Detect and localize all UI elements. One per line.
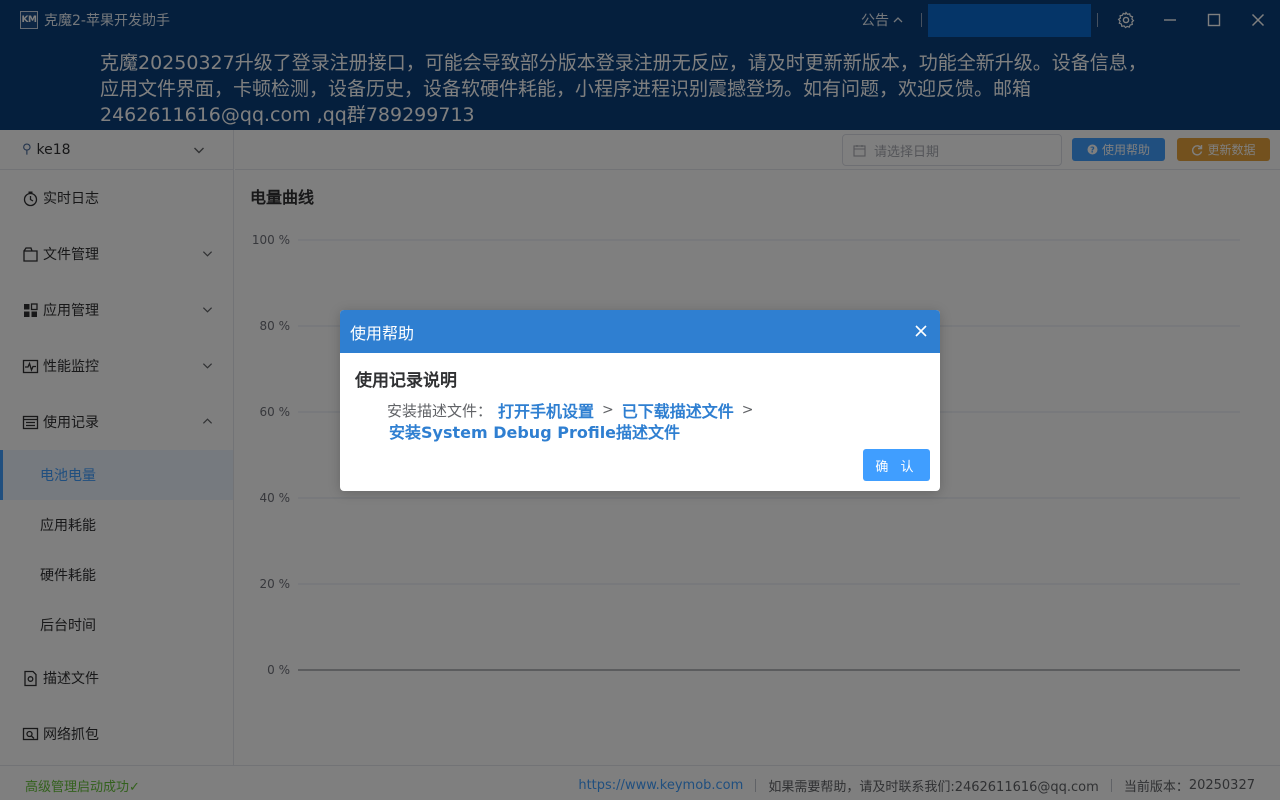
step-separator: > — [741, 402, 754, 418]
help-dialog: 使用帮助 使用记录说明 安装描述文件： 打开手机设置 > 已下载描述文件 > 安… — [340, 310, 940, 491]
confirm-button[interactable]: 确 认 — [863, 449, 930, 481]
dialog-header: 使用帮助 — [340, 310, 940, 353]
dialog-title: 使用帮助 — [350, 323, 415, 343]
step-separator: > — [602, 402, 614, 418]
step-install-profile: 安装System Debug Profile描述文件 — [389, 423, 681, 442]
dialog-subtitle: 使用记录说明 — [355, 371, 457, 391]
steps-prefix: 安装描述文件： — [387, 401, 493, 420]
close-icon[interactable] — [914, 324, 928, 338]
